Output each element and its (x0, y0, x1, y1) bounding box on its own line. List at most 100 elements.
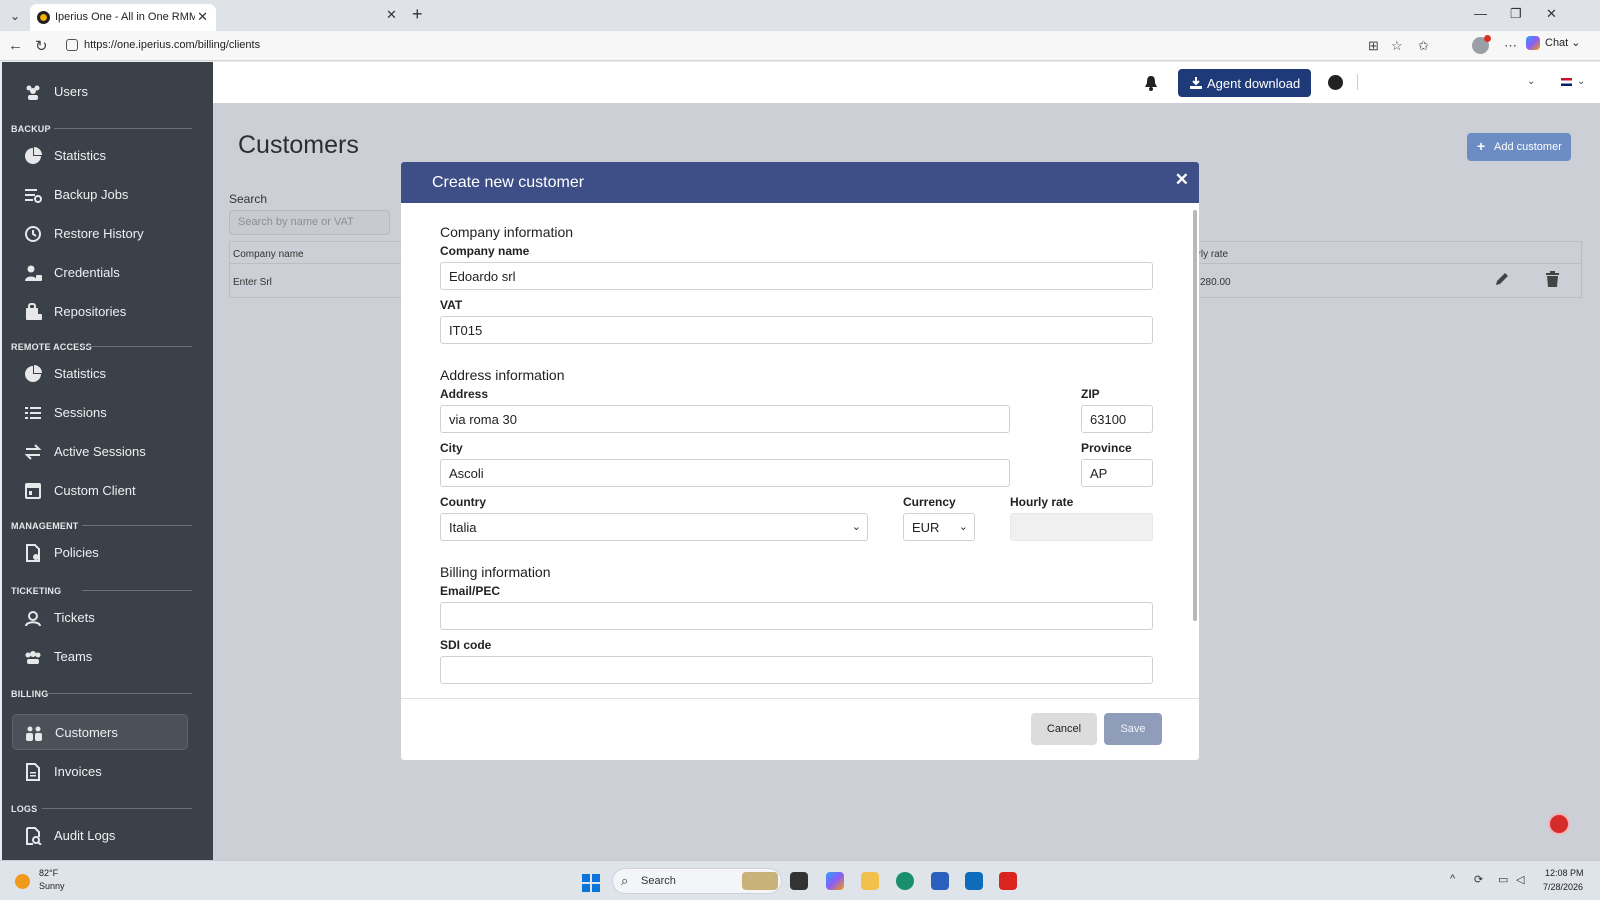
country-select[interactable]: Italia ⌄ (440, 513, 868, 541)
delete-trash-icon[interactable] (1545, 271, 1560, 287)
modal-footer-divider (401, 698, 1199, 699)
tray-chevron-up-icon[interactable]: ^ (1450, 873, 1455, 885)
windows-start-icon[interactable] (582, 874, 600, 892)
top-navbar (213, 62, 1600, 103)
user-menu-chevron-icon[interactable]: ⌄ (1527, 76, 1535, 87)
section-divider (82, 590, 192, 591)
volume-icon[interactable]: ◁ (1516, 873, 1524, 886)
folder-lock-icon (26, 303, 42, 320)
reload-icon[interactable]: ↻ (35, 37, 48, 55)
clock-date[interactable]: 7/28/2026 (1543, 882, 1583, 892)
sidebar-item-label: Repositories (54, 304, 127, 319)
edge-browser-icon[interactable] (896, 872, 914, 890)
email-label: Email/PEC (440, 584, 501, 598)
address-input[interactable]: via roma 30 (440, 405, 1010, 433)
tab-close-icon[interactable]: ✕ (197, 9, 208, 25)
url-input[interactable]: https://one.iperius.com/billing/clients (60, 35, 1360, 57)
cancel-button[interactable]: Cancel (1031, 713, 1097, 745)
currency-select[interactable]: EUR ⌄ (903, 513, 975, 541)
modal-close-icon[interactable]: ✕ (1175, 170, 1189, 190)
sdi-input[interactable] (440, 656, 1153, 684)
city-input[interactable]: Ascoli (440, 459, 1010, 487)
language-chevron-icon[interactable]: ⌄ (1577, 76, 1585, 87)
copilot-app-icon[interactable] (826, 872, 844, 890)
country-selected-value: Italia (449, 520, 477, 535)
search-highlight-icon[interactable] (742, 872, 778, 890)
notification-bell-icon[interactable] (1144, 75, 1158, 91)
store-icon[interactable] (931, 872, 949, 890)
favorites-icon[interactable]: ✩ (1418, 38, 1429, 54)
sidebar-item-restore-history[interactable]: Restore History (12, 216, 188, 252)
sidebar-item-teams[interactable]: Teams (12, 639, 188, 675)
email-input[interactable] (440, 602, 1153, 630)
add-customer-button[interactable]: + Add customer (1467, 133, 1571, 161)
save-button[interactable]: Save (1104, 713, 1162, 745)
clock-time[interactable]: 12:08 PM (1545, 868, 1584, 878)
agent-download-button[interactable]: Agent download (1178, 69, 1311, 97)
window-close-icon[interactable]: ✕ (1546, 6, 1557, 22)
sidebar-item-policies[interactable]: Policies (12, 535, 188, 571)
sidebar-item-tickets[interactable]: Tickets (12, 600, 188, 636)
user-lock-icon (25, 265, 42, 281)
folder-icon[interactable] (861, 872, 879, 890)
zip-input[interactable]: 63100 (1081, 405, 1153, 433)
copilot-chat-button[interactable]: Chat ⌄ (1526, 36, 1581, 56)
vat-input[interactable]: IT015 (440, 316, 1153, 344)
back-icon[interactable]: ← (8, 37, 23, 54)
more-options-icon[interactable]: ⋯ (1504, 38, 1517, 54)
app-available-icon[interactable]: ⊞ (1368, 38, 1379, 54)
province-input[interactable]: AP (1081, 459, 1153, 487)
history-icon (25, 226, 41, 242)
minimize-icon[interactable]: — (1474, 6, 1487, 21)
billing-section-title: Billing information (440, 564, 551, 580)
sidebar-item-users[interactable]: Users (12, 74, 188, 110)
sidebar-item-label: Credentials (54, 265, 120, 280)
modal-scrollbar[interactable] (1193, 210, 1197, 621)
sidebar-item-custom-client[interactable]: Custom Client (12, 473, 188, 509)
language-flag-icon[interactable] (1561, 78, 1572, 86)
network-icon[interactable]: ▭ (1498, 873, 1508, 886)
weather-temperature: 82°F (39, 868, 59, 878)
province-label: Province (1081, 441, 1132, 455)
currency-label: Currency (903, 495, 956, 509)
favorite-star-icon[interactable]: ☆ (1391, 38, 1403, 54)
sidebar-item-invoices[interactable]: Invoices (12, 754, 188, 790)
sidebar-item-repositories[interactable]: Repositories (12, 294, 188, 330)
window-icon (25, 483, 41, 499)
restore-icon[interactable]: ❐ (1510, 6, 1522, 22)
sidebar-item-sessions[interactable]: Sessions (12, 395, 188, 431)
section-divider (82, 525, 192, 526)
sidebar-item-credentials[interactable]: Credentials (12, 255, 188, 291)
site-info-icon[interactable] (66, 39, 78, 51)
floating-help-icon[interactable] (1548, 813, 1570, 835)
tab-list-chevron-icon[interactable]: ⌄ (6, 7, 24, 25)
sidebar-item-label: Users (54, 84, 88, 99)
user-account-icon[interactable] (1328, 75, 1343, 90)
column-header-company-name[interactable]: Company name (233, 249, 304, 260)
weather-sun-icon[interactable] (15, 874, 30, 889)
profile-notification-dot (1484, 35, 1491, 42)
new-tab-icon[interactable]: + (412, 4, 423, 25)
sidebar-item-customers[interactable]: Customers (12, 714, 188, 750)
sidebar-item-audit-logs[interactable]: Audit Logs (12, 818, 188, 854)
company-name-input[interactable]: Edoardo srl (440, 262, 1153, 290)
sidebar-item-active-sessions[interactable]: Active Sessions (12, 434, 188, 470)
edit-pencil-icon[interactable] (1494, 271, 1510, 287)
file-explorer-dark-icon[interactable] (790, 872, 808, 890)
browser-tab[interactable]: Iperius One - All in One RMM Suite ✕ (30, 4, 216, 31)
sidebar-item-backup-jobs[interactable]: Backup Jobs (12, 177, 188, 213)
sidebar-item-label: Invoices (54, 764, 102, 779)
page-title: Customers (238, 131, 359, 159)
sync-icon[interactable]: ⟳ (1474, 873, 1483, 886)
sidebar-item-label: Policies (54, 545, 99, 560)
section-ticketing: TICKETING (11, 586, 62, 596)
app-red-icon[interactable] (999, 872, 1017, 890)
sidebar-item-backup-statistics[interactable]: Statistics (12, 138, 188, 174)
sidebar-item-remote-statistics[interactable]: Statistics (12, 356, 188, 392)
customers-icon (26, 726, 42, 741)
search-input[interactable]: Search by name or VAT (229, 210, 390, 235)
document-gear-icon (26, 544, 40, 562)
sidebar-item-label: Teams (54, 649, 93, 664)
close-icon[interactable]: ✕ (386, 7, 397, 23)
outlook-icon[interactable] (965, 872, 983, 890)
